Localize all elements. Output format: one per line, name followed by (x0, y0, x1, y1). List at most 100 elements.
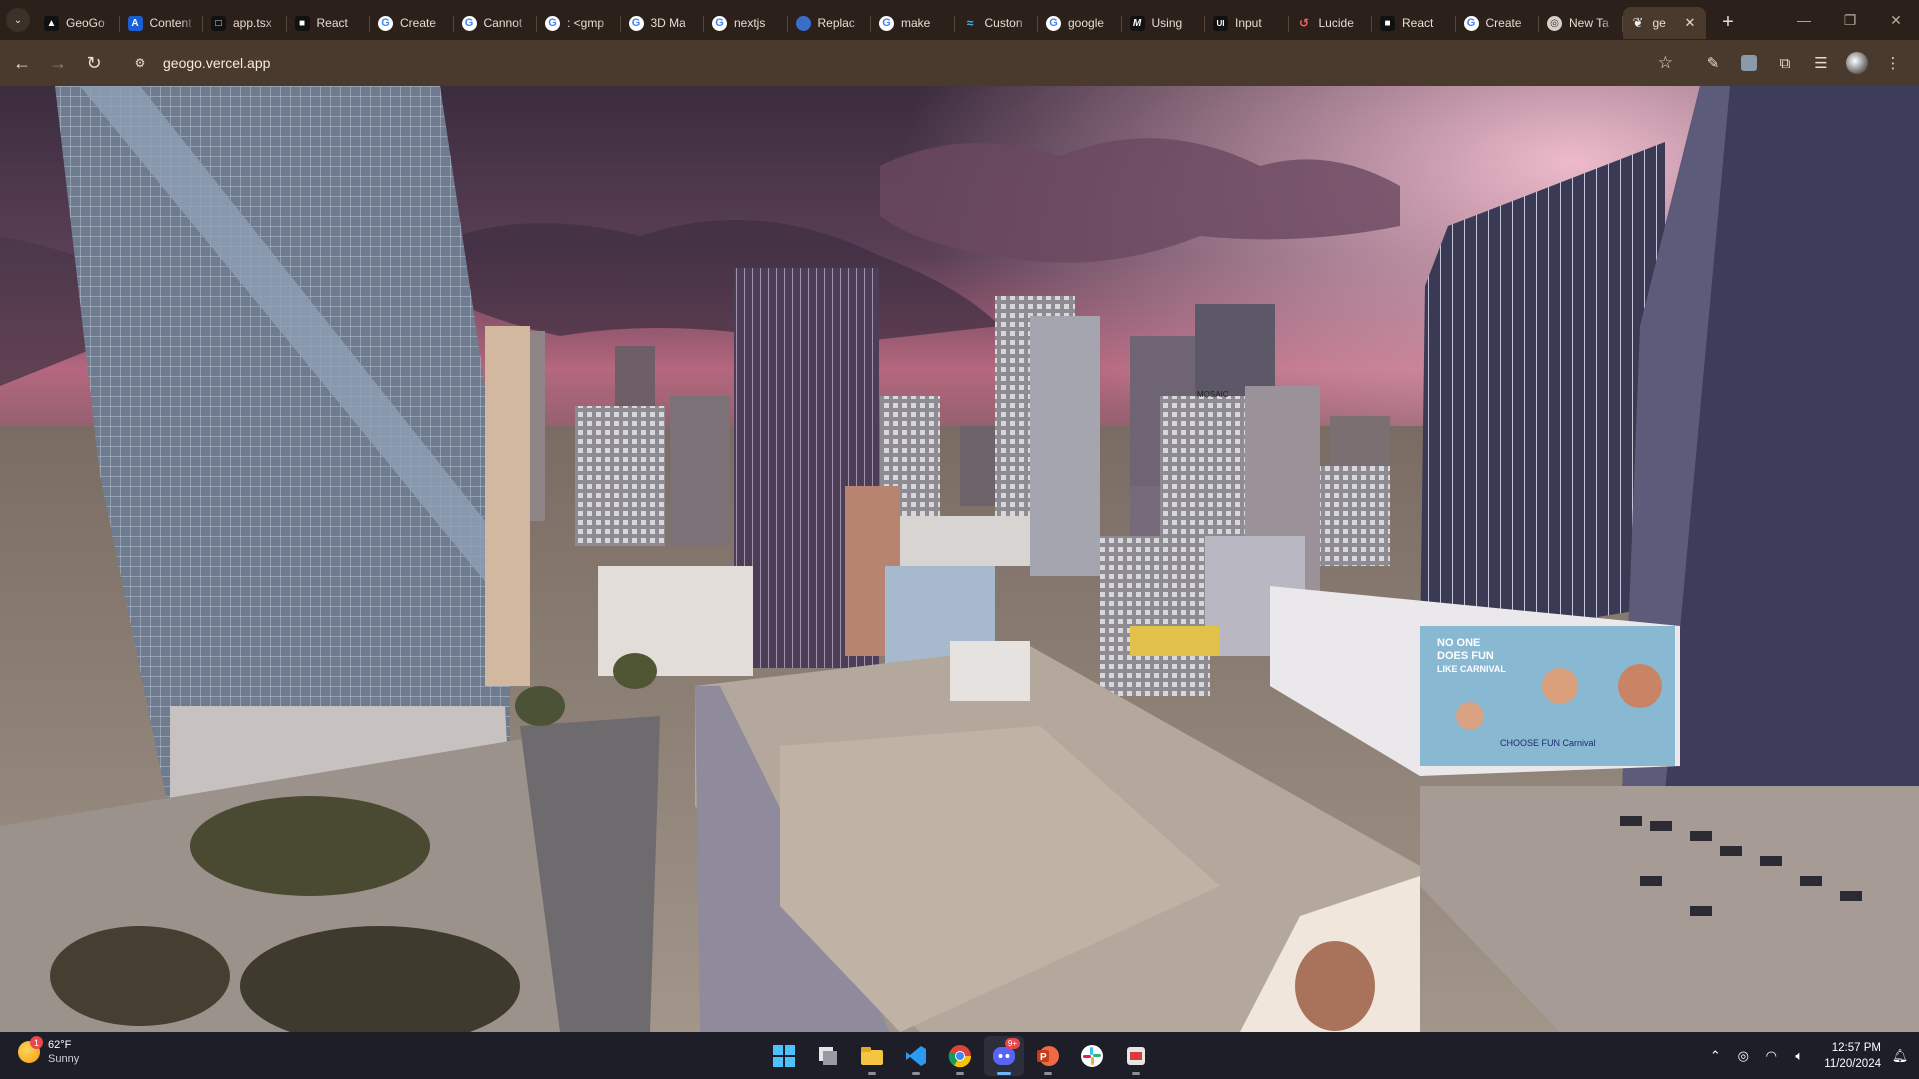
powerpoint-button[interactable]: P (1028, 1036, 1068, 1076)
tab-input[interactable]: UI Input (1205, 7, 1289, 39)
start-button[interactable] (764, 1036, 804, 1076)
powerpoint-icon: P (1037, 1046, 1059, 1066)
tab-search-button[interactable]: ⌄ (0, 0, 36, 40)
tab-create[interactable]: G Create (370, 7, 454, 39)
restore-icon: ❐ (1843, 11, 1857, 28)
billboard-line-1: NO ONE (1437, 637, 1480, 649)
weather-temp: 62°F (48, 1039, 72, 1051)
chrome-icon (948, 1045, 972, 1068)
tab-google[interactable]: Ggoogle (1038, 7, 1122, 39)
tab-make[interactable]: Gmake (871, 7, 955, 39)
tab-list: ▲ GeoGo A Content □ app.tsx ■ React G Create … (36, 0, 1706, 40)
snipping-tool-button[interactable] (1116, 1036, 1156, 1076)
address-url[interactable]: geogo.vercel.app (163, 55, 270, 71)
tab-react[interactable]: ■ React (287, 7, 371, 39)
clock-date: 11/20/2024 (1824, 1057, 1881, 1070)
slack-button[interactable] (1072, 1036, 1112, 1076)
windows-icon (773, 1045, 795, 1067)
chrome-button[interactable] (940, 1036, 980, 1076)
system-tray: ⌃ ◎ ◠ 🔈︎ 12:57 PM 11/20/2024 🔔︎ (1706, 1032, 1909, 1079)
billboard-brand: CHOOSE FUN Carnival (1500, 738, 1596, 748)
close-icon[interactable]: ✕ (1682, 15, 1698, 31)
square-icon: ■ (294, 15, 310, 31)
address-bar[interactable]: ⚙ geogo.vercel.app ☆ (120, 46, 1683, 80)
m-icon: M (1129, 15, 1145, 31)
triangle-icon: ▲ (44, 15, 59, 31)
tab-gmp[interactable]: G: <gmp (537, 7, 621, 39)
notification-bell-icon[interactable]: 🔔︎ (1891, 1048, 1909, 1064)
tab-title: Cannot (483, 16, 523, 30)
tab-create-2[interactable]: G Create (1456, 7, 1540, 39)
map-3d-viewport[interactable]: MOSAIC NO ONE DOES FUN LIKE CARNIVAL CHO… (0, 86, 1919, 1032)
a-icon: A (127, 15, 143, 31)
avatar (1846, 52, 1868, 74)
folder-icon (861, 1047, 883, 1065)
city-scene: MOSAIC NO ONE DOES FUN LIKE CARNIVAL CHO… (0, 86, 1919, 1032)
tab-title: New Ta (1569, 16, 1609, 30)
tab-replace[interactable]: Replac (788, 7, 872, 39)
tab-app-tsx[interactable]: □ app.tsx (203, 7, 287, 39)
billboard-line-3: LIKE CARNIVAL (1437, 664, 1506, 674)
eyedropper-extension-button[interactable]: ✎ (1695, 45, 1731, 81)
lucide-icon: ↺ (1298, 16, 1310, 30)
back-button[interactable]: ← (4, 45, 40, 81)
close-icon: ✕ (1890, 11, 1902, 28)
tab-title: Input (1235, 16, 1262, 30)
window-controls: — ❐ ✕ (1781, 0, 1919, 40)
google-icon: G (461, 15, 477, 31)
browser-toolbar: ← → ↻ ⚙ geogo.vercel.app ☆ ✎ ⧉ ☰ ⋮ (0, 40, 1919, 86)
clock-time: 12:57 PM (1831, 1041, 1881, 1054)
google-icon: G (378, 15, 393, 31)
tab-react-2[interactable]: ■ React (1372, 7, 1456, 39)
vpn-icon[interactable]: ◎ (1734, 1048, 1752, 1064)
chrome-icon: ◎ (1547, 15, 1562, 31)
billboard-line-2: DOES FUN (1437, 650, 1494, 662)
reload-button[interactable]: ↻ (76, 45, 112, 81)
tab-title: 3D Ma (650, 16, 686, 30)
profile-button[interactable] (1839, 45, 1875, 81)
tab-geogo[interactable]: ▲ GeoGo (36, 7, 120, 39)
google-icon: G (879, 15, 894, 31)
chevron-up-icon[interactable]: ⌃ (1706, 1048, 1724, 1064)
clock[interactable]: 12:57 PM 11/20/2024 (1824, 1040, 1881, 1072)
vscode-button[interactable] (896, 1036, 936, 1076)
wifi-icon[interactable]: ◠ (1762, 1048, 1780, 1064)
tab-title: Create (400, 16, 437, 30)
volume-icon[interactable]: 🔈︎ (1790, 1048, 1808, 1064)
task-view-button[interactable] (808, 1036, 848, 1076)
forward-button[interactable]: → (40, 45, 76, 81)
new-tab-button[interactable]: + (1712, 6, 1744, 38)
tab-3d-maps[interactable]: G 3D Ma (621, 7, 705, 39)
tab-title: Content (149, 16, 192, 30)
extension-button[interactable] (1731, 45, 1767, 81)
file-explorer-button[interactable] (852, 1036, 892, 1076)
tab-using[interactable]: M Using (1122, 7, 1206, 39)
close-window-button[interactable]: ✕ (1873, 0, 1919, 40)
tab-cannot[interactable]: G Cannot (454, 7, 538, 39)
tab-title: nextjs (734, 16, 766, 30)
puzzle-icon: ⧉ (1779, 54, 1791, 72)
extensions-button[interactable]: ⧉ (1767, 45, 1803, 81)
bookmark-star-icon[interactable]: ☆ (1658, 53, 1673, 73)
tab-title: : <gmp (567, 16, 605, 30)
site-info-icon[interactable]: ⚙ (130, 53, 150, 73)
google-icon: G (1463, 15, 1479, 31)
tab-nextjs[interactable]: Gnextjs (704, 7, 788, 39)
discord-button[interactable]: 9+ (984, 1036, 1024, 1076)
tab-custom[interactable]: ≈ Custon (955, 7, 1039, 39)
google-icon: G (628, 15, 644, 31)
tab-geogo-active[interactable]: ❦ ge ✕ (1622, 7, 1706, 39)
rooftop-sign-text: MOSAIC (1197, 390, 1229, 399)
menu-button[interactable]: ⋮ (1875, 45, 1911, 81)
tab-content[interactable]: A Content (120, 7, 204, 39)
geogo-icon: ❦ (1632, 15, 1644, 30)
tab-lucide[interactable]: ↺ Lucide (1289, 7, 1373, 39)
task-view-icon (819, 1047, 837, 1065)
minimize-button[interactable]: — (1781, 0, 1827, 40)
tab-new-tab[interactable]: ◎ New Ta (1539, 7, 1623, 39)
restore-button[interactable]: ❐ (1827, 0, 1873, 40)
weather-widget[interactable]: 1 62°F Sunny (18, 1036, 79, 1066)
media-controls-button[interactable]: ☰ (1803, 45, 1839, 81)
extension-app-icon (1741, 55, 1757, 71)
more-vertical-icon: ⋮ (1885, 55, 1901, 72)
